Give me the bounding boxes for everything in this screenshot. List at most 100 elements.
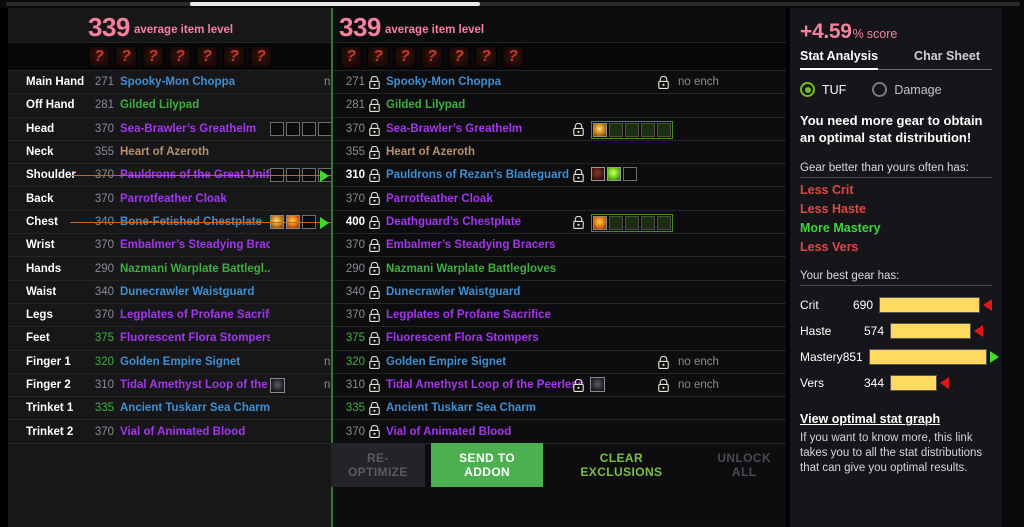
item-name[interactable]: Spooky-Mon Choppa: [386, 76, 501, 88]
clear-exclusions-button[interactable]: CLEAR EXCLUSIONS: [555, 443, 687, 487]
item-name[interactable]: Parrotfeather Cloak: [120, 193, 227, 205]
gear-row[interactable]: 335 Ancient Tuskarr Sea Charm: [333, 397, 786, 421]
gear-row[interactable]: 290 Nazmani Warplate Battlegloves: [333, 257, 786, 281]
azerite-trait-icon[interactable]: ?: [88, 46, 110, 68]
azerite-trait-icon[interactable]: ?: [223, 46, 245, 68]
lock-icon[interactable]: [369, 378, 380, 392]
item-name[interactable]: Vial of Animated Blood: [120, 426, 245, 438]
lock-icon[interactable]: [369, 76, 380, 89]
azerite-trait-icon[interactable]: ?: [421, 46, 443, 68]
gear-row[interactable]: Head 370 Sea-Brawler’s Greathelm: [8, 118, 332, 141]
item-name[interactable]: Golden Empire Signet: [120, 356, 240, 368]
empty-socket[interactable]: [657, 215, 671, 230]
azerite-trait-icon[interactable]: ?: [475, 46, 497, 68]
item-name[interactable]: Fluorescent Flora Stompers: [120, 332, 270, 344]
gear-row[interactable]: 310 Tidal Amethyst Loop of the Peerless no…: [333, 374, 786, 398]
empty-socket[interactable]: [270, 121, 284, 136]
azerite-trait-icon[interactable]: ?: [448, 46, 470, 68]
gear-row[interactable]: 320 Golden Empire Signet no ench: [333, 351, 786, 374]
empty-socket[interactable]: [641, 215, 655, 230]
item-name[interactable]: Vial of Animated Blood: [386, 426, 511, 438]
azerite-trait-icon[interactable]: ?: [115, 46, 137, 68]
azerite-trait-icon[interactable]: ?: [169, 46, 191, 68]
enchant-lock-icon[interactable]: [658, 355, 669, 369]
gear-row[interactable]: Wrist 370 Embalmer’s Steadying Brac...: [8, 234, 331, 258]
lock-icon[interactable]: [369, 308, 380, 322]
tab-stat-analysis[interactable]: Stat Analysis: [800, 46, 879, 70]
azerite-trait-icon[interactable]: ?: [502, 46, 524, 68]
gear-row[interactable]: Shoulder 370 Pauldrons of the Great Unif..…: [8, 164, 332, 188]
item-name[interactable]: Gilded Lilypad: [120, 99, 199, 111]
lock-icon[interactable]: [369, 99, 380, 113]
item-name[interactable]: Legplates of Profane Sacrifice: [386, 309, 551, 321]
empty-socket[interactable]: [609, 122, 623, 137]
empty-socket[interactable]: [318, 121, 332, 136]
radio-tuf[interactable]: TUF: [800, 82, 846, 97]
gear-row[interactable]: 370 Sea-Brawler’s Greathelm: [333, 118, 786, 141]
unlock-all-button[interactable]: UNLOCK ALL: [697, 443, 791, 487]
tab-char-sheet[interactable]: Char Sheet: [914, 46, 980, 69]
gear-row[interactable]: 400 Deathguard’s Chestplate: [333, 211, 786, 235]
empty-socket[interactable]: [625, 122, 639, 137]
item-name[interactable]: Pauldrons of Rezan’s Bladeguard: [386, 169, 569, 181]
lock-icon[interactable]: [369, 215, 380, 229]
gear-row[interactable]: 281 Gilded Lilypad: [333, 94, 786, 118]
empty-socket[interactable]: [641, 122, 655, 137]
enchant-lock-icon[interactable]: [658, 76, 669, 89]
gear-row[interactable]: Legs 370 Legplates of Profane Sacrifi...: [8, 304, 331, 328]
item-name[interactable]: Embalmer’s Steadying Bracers: [386, 239, 555, 251]
lock-icon[interactable]: [369, 192, 380, 206]
gem-socket[interactable]: [607, 167, 621, 182]
gem-lock-icon[interactable]: [573, 378, 584, 392]
azerite-trait-icon[interactable]: ?: [142, 46, 164, 68]
item-name[interactable]: Fluorescent Flora Stompers: [386, 332, 539, 344]
empty-socket[interactable]: [286, 121, 300, 136]
item-name[interactable]: Tidal Amethyst Loop of the ...: [120, 379, 270, 391]
gear-row[interactable]: Main Hand 271 Spooky-Mon Choppa n: [8, 71, 331, 95]
azerite-trait-icon[interactable]: ?: [250, 46, 272, 68]
lock-icon[interactable]: [369, 239, 380, 253]
scrollbar-thumb[interactable]: [190, 2, 480, 6]
empty-socket[interactable]: [302, 121, 316, 136]
item-name[interactable]: Nazmani Warplate Battlegloves: [386, 263, 556, 275]
lock-icon[interactable]: [369, 122, 380, 136]
gear-row[interactable]: Finger 1 320 Golden Empire Signet n: [8, 351, 331, 374]
reoptimize-button[interactable]: RE-OPTIMIZE: [331, 443, 425, 487]
lock-icon[interactable]: [369, 169, 380, 183]
gear-row[interactable]: Off Hand 281 Gilded Lilypad: [8, 94, 331, 118]
gear-row[interactable]: 370 Embalmer’s Steadying Bracers: [333, 234, 786, 258]
gem-lock-icon[interactable]: [573, 215, 584, 229]
gear-row[interactable]: Hands 290 Nazmani Warplate Battlegl...: [8, 257, 331, 281]
lock-icon[interactable]: [369, 355, 380, 369]
radio-damage[interactable]: Damage: [872, 82, 942, 97]
gear-row[interactable]: Chest 340 Bone-Fetished Chestplate: [8, 211, 331, 235]
gear-row[interactable]: 340 Dunecrawler Waistguard: [333, 281, 786, 304]
enchant-lock-icon[interactable]: [658, 378, 669, 392]
gear-row[interactable]: Back 370 Parrotfeather Cloak: [8, 187, 331, 211]
lock-icon[interactable]: [369, 332, 380, 346]
enchant-icon[interactable]: [590, 376, 605, 392]
send-to-addon-button[interactable]: SEND TO ADDON: [430, 443, 544, 487]
lock-icon[interactable]: [369, 402, 380, 416]
empty-socket[interactable]: [609, 215, 623, 230]
azerite-trait-icon[interactable]: ?: [367, 46, 389, 68]
item-name[interactable]: Heart of Azeroth: [386, 146, 475, 158]
item-name[interactable]: Gilded Lilypad: [386, 99, 465, 111]
azerite-trait-icon[interactable]: ?: [340, 46, 362, 68]
gear-row[interactable]: Neck 355 Heart of Azeroth: [8, 141, 331, 165]
item-name[interactable]: Deathguard’s Chestplate: [386, 216, 521, 228]
gear-row[interactable]: 271 Spooky-Mon Choppa no ench: [333, 71, 786, 95]
scrollbar-track[interactable]: [6, 2, 1020, 6]
item-name[interactable]: Sea-Brawler’s Greathelm: [120, 123, 256, 135]
item-name[interactable]: Dunecrawler Waistguard: [386, 286, 520, 298]
item-name[interactable]: Ancient Tuskarr Sea Charm: [386, 402, 536, 414]
empty-socket[interactable]: [625, 215, 639, 230]
gear-row[interactable]: 310 Pauldrons of Rezan’s Bladeguard: [333, 164, 786, 188]
azerite-trait-icon[interactable]: ?: [394, 46, 416, 68]
gem-socket[interactable]: [591, 167, 605, 182]
gear-row[interactable]: 370 Parrotfeather Cloak: [333, 187, 786, 211]
item-name[interactable]: Ancient Tuskarr Sea Charm: [120, 402, 270, 414]
item-name[interactable]: Legplates of Profane Sacrifi...: [120, 309, 270, 321]
item-name[interactable]: Tidal Amethyst Loop of the Peerless: [386, 379, 584, 391]
gear-row[interactable]: Feet 375 Fluorescent Flora Stompers: [8, 327, 331, 351]
